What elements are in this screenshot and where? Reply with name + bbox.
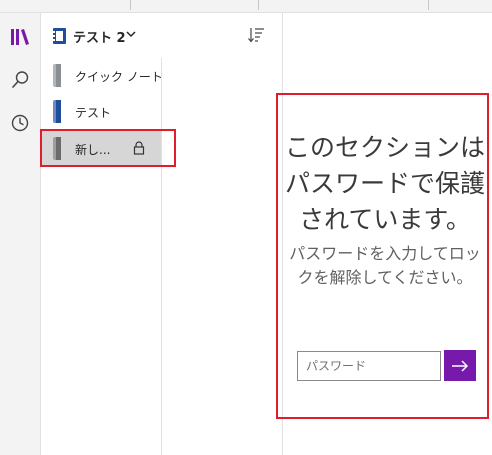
navigation-rail [0, 13, 41, 455]
recent-icon [11, 114, 29, 132]
notebook-icon [53, 28, 66, 44]
section-label: クイック ノート [75, 70, 163, 84]
section-tab-icon [53, 64, 61, 87]
notebooks-button[interactable] [5, 22, 35, 52]
title-bar-strip [0, 0, 492, 13]
notebook-name[interactable]: テスト 2 [73, 27, 126, 46]
page-list [162, 58, 282, 455]
sort-icon[interactable] [247, 26, 265, 44]
toolbar-divider [258, 0, 259, 10]
search-button[interactable] [5, 65, 35, 95]
section-item-quick-notes[interactable]: クイック ノート [41, 58, 163, 93]
toolbar-divider [130, 0, 131, 10]
recent-button[interactable] [5, 108, 35, 138]
chevron-down-icon[interactable] [125, 29, 137, 39]
toolbar-divider [428, 0, 429, 10]
section-item-test[interactable]: テスト [41, 94, 161, 129]
notebook-header: テスト 2 [41, 13, 282, 58]
highlight-box-section [40, 129, 176, 167]
section-tab-icon [53, 100, 61, 123]
notebooks-icon [11, 29, 29, 45]
highlight-box-message [276, 93, 489, 419]
section-list: クイック ノート テスト 新し... [41, 58, 163, 455]
search-icon [12, 71, 29, 88]
section-label: テスト [75, 106, 112, 120]
